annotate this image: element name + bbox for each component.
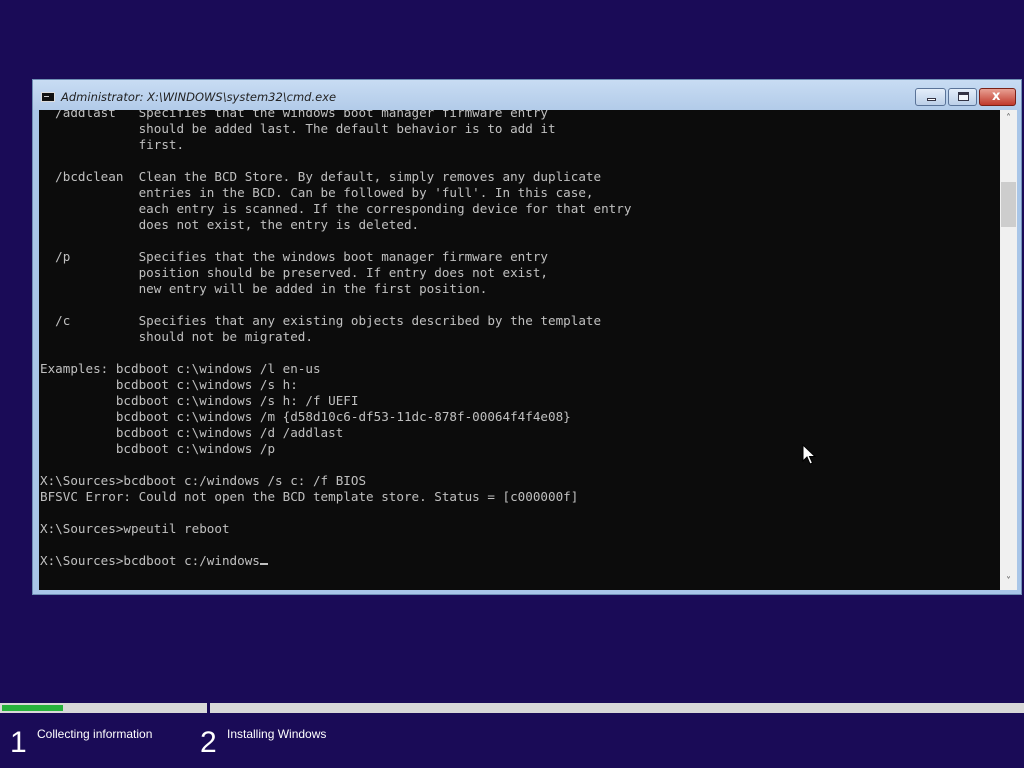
console-line: bcdboot c:\windows /p [40, 441, 276, 456]
minimize-icon [927, 98, 936, 101]
console-line: bcdboot c:\windows /s h: [40, 377, 298, 392]
console-line: entries in the BCD. Can be followed by '… [40, 185, 594, 200]
step-label: Collecting information [37, 727, 153, 741]
console-text: /addlast Specifies that the windows boot… [40, 110, 631, 569]
console-line: each entry is scanned. If the correspond… [40, 201, 632, 216]
console-line: Examples: bcdboot c:\windows /l en-us [40, 361, 321, 376]
console-line: X:\Sources>wpeutil reboot [40, 521, 230, 536]
console-line: X:\Sources>bcdboot c:/windows /s c: /f B… [40, 473, 367, 488]
cmd-window[interactable]: Administrator: X:\WINDOWS\system32\cmd.e… [32, 79, 1022, 595]
minimize-button[interactable] [915, 88, 946, 106]
progress-segment-collecting [0, 703, 207, 713]
maximize-icon [958, 92, 969, 101]
step-number: 1 [10, 726, 27, 759]
close-button[interactable]: x [979, 88, 1016, 106]
console-line: first. [40, 137, 185, 152]
console-line: does not exist, the entry is deleted. [40, 217, 420, 232]
console-line: BFSVC Error: Could not open the BCD temp… [40, 489, 579, 504]
console-line: /p Specifies that the windows boot manag… [40, 249, 548, 264]
chevron-down-icon: ˅ [1006, 576, 1011, 587]
console-line: should be added last. The default behavi… [40, 121, 556, 136]
step-label: Installing Windows [227, 727, 327, 741]
text-cursor [259, 563, 268, 565]
scroll-up-button[interactable]: ˄ [1000, 110, 1017, 127]
close-icon: x [992, 89, 1001, 104]
mouse-pointer-icon [802, 444, 816, 465]
vertical-scrollbar[interactable]: ˄ ˅ [1000, 110, 1017, 590]
scroll-down-button[interactable]: ˅ [1000, 573, 1017, 590]
setup-progress-bar [0, 703, 1024, 713]
console-line: /c Specifies that any existing objects d… [40, 313, 602, 328]
title-bar[interactable]: Administrator: X:\WINDOWS\system32\cmd.e… [33, 80, 1021, 110]
console-line: position should be preserved. If entry d… [40, 265, 548, 280]
console-output[interactable]: /addlast Specifies that the windows boot… [39, 110, 1000, 590]
console-line: bcdboot c:\windows /s h: /f UEFI [40, 393, 359, 408]
step-number: 2 [200, 726, 217, 759]
console-input[interactable]: bcdboot c:/windows [123, 553, 259, 568]
console-line: new entry will be added in the first pos… [40, 281, 488, 296]
console-line: /bcdclean Clean the BCD Store. By defaul… [40, 169, 602, 184]
progress-fill [2, 705, 63, 711]
console-prompt: X:\Sources> [40, 553, 124, 568]
cmd-icon [41, 92, 55, 102]
maximize-button[interactable] [948, 88, 977, 106]
console-line: bcdboot c:\windows /m {d58d10c6-df53-11d… [40, 409, 571, 424]
console-line: bcdboot c:\windows /d /addlast [40, 425, 344, 440]
chevron-up-icon: ˄ [1006, 113, 1011, 124]
console-line: should not be migrated. [40, 329, 313, 344]
scroll-thumb[interactable] [1001, 182, 1016, 227]
progress-segment-installing [210, 703, 1024, 713]
console-line: /addlast Specifies that the windows boot… [40, 110, 548, 120]
window-title: Administrator: X:\WINDOWS\system32\cmd.e… [61, 90, 337, 104]
